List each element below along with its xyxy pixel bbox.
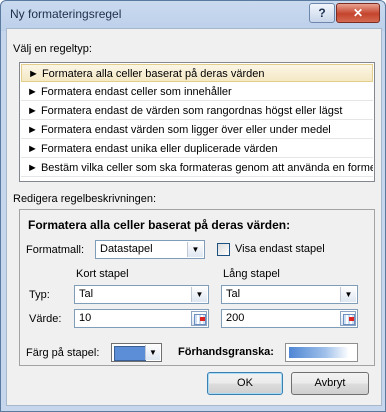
short-bar-type-dropdown[interactable]: Tal ▼ [74,285,209,304]
show-only-bar-checkbox[interactable] [217,243,230,256]
cell-reference-picker-icon[interactable] [340,311,356,326]
rule-type-item-unique-duplicate[interactable]: ► Formatera endast unika eller duplicera… [21,140,373,158]
edit-rule-label: Redigera regelbeskrivningen: [13,193,157,205]
long-bar-type-value: Tal [226,288,241,300]
format-style-label: Formatmall: [26,244,85,256]
rule-type-item-top-bottom[interactable]: ► Formatera endast de värden som rangord… [21,102,373,120]
preview-box [285,343,358,362]
value-label: Värde: [29,313,62,325]
long-bar-value: 200 [226,312,245,324]
rule-type-item-above-below-average[interactable]: ► Formatera endast värden som ligger öve… [21,121,373,139]
bar-color-label: Färg på stapel: [26,347,100,359]
rule-description-heading: Formatera alla celler baserat på deras v… [28,218,291,232]
chevron-down-icon[interactable]: ▼ [187,242,203,257]
bar-color-picker[interactable]: ▼ [111,343,162,362]
rule-type-label: Välj en regeltyp: [13,43,92,55]
rule-type-item-formula[interactable]: ► Bestäm vilka celler som ska formateras… [21,159,373,177]
rule-description-panel: Formatera alla celler baserat på deras v… [19,209,375,366]
format-style-dropdown[interactable]: Datastapel ▼ [95,240,205,259]
chevron-down-icon[interactable]: ▼ [145,345,160,360]
short-bar-type-value: Tal [79,288,94,300]
short-bar-value-input[interactable]: 10 [74,309,209,328]
short-bar-label: Kort stapel [76,268,129,280]
show-only-bar-label[interactable]: Visa endast stapel [235,243,325,255]
close-button[interactable]: ✕ [336,3,380,23]
short-bar-value: 10 [79,312,92,324]
new-formatting-rule-dialog: Ny formateringsregel ? ✕ Välj en regelty… [0,0,386,412]
rule-type-item-cells-containing[interactable]: ► Formatera endast celler som innehåller [21,83,373,101]
format-style-value: Datastapel [100,243,153,255]
long-bar-type-dropdown[interactable]: Tal ▼ [221,285,358,304]
help-button[interactable]: ? [309,3,335,23]
ok-button[interactable]: OK [207,372,283,395]
dialog-title: Ny formateringsregel [10,7,122,21]
long-bar-value-input[interactable]: 200 [221,309,358,328]
dialog-body: Välj en regeltyp: ► Formatera alla celle… [6,28,382,406]
chevron-down-icon[interactable]: ▼ [340,287,356,302]
rule-type-list[interactable]: ► Formatera alla celler baserat på deras… [19,62,375,182]
long-bar-label: Lång stapel [223,268,280,280]
preview-label: Förhandsgranska: [178,346,274,358]
cell-reference-picker-icon[interactable] [191,311,207,326]
type-label: Typ: [29,289,50,301]
bar-color-swatch [114,346,146,361]
title-bar[interactable]: Ny formateringsregel ? ✕ [1,1,385,27]
chevron-down-icon[interactable]: ▼ [191,287,207,302]
cancel-button[interactable]: Avbryt [291,372,369,395]
preview-data-bar [289,347,349,358]
rule-type-item-all-cells[interactable]: ► Formatera alla celler baserat på deras… [21,64,373,82]
